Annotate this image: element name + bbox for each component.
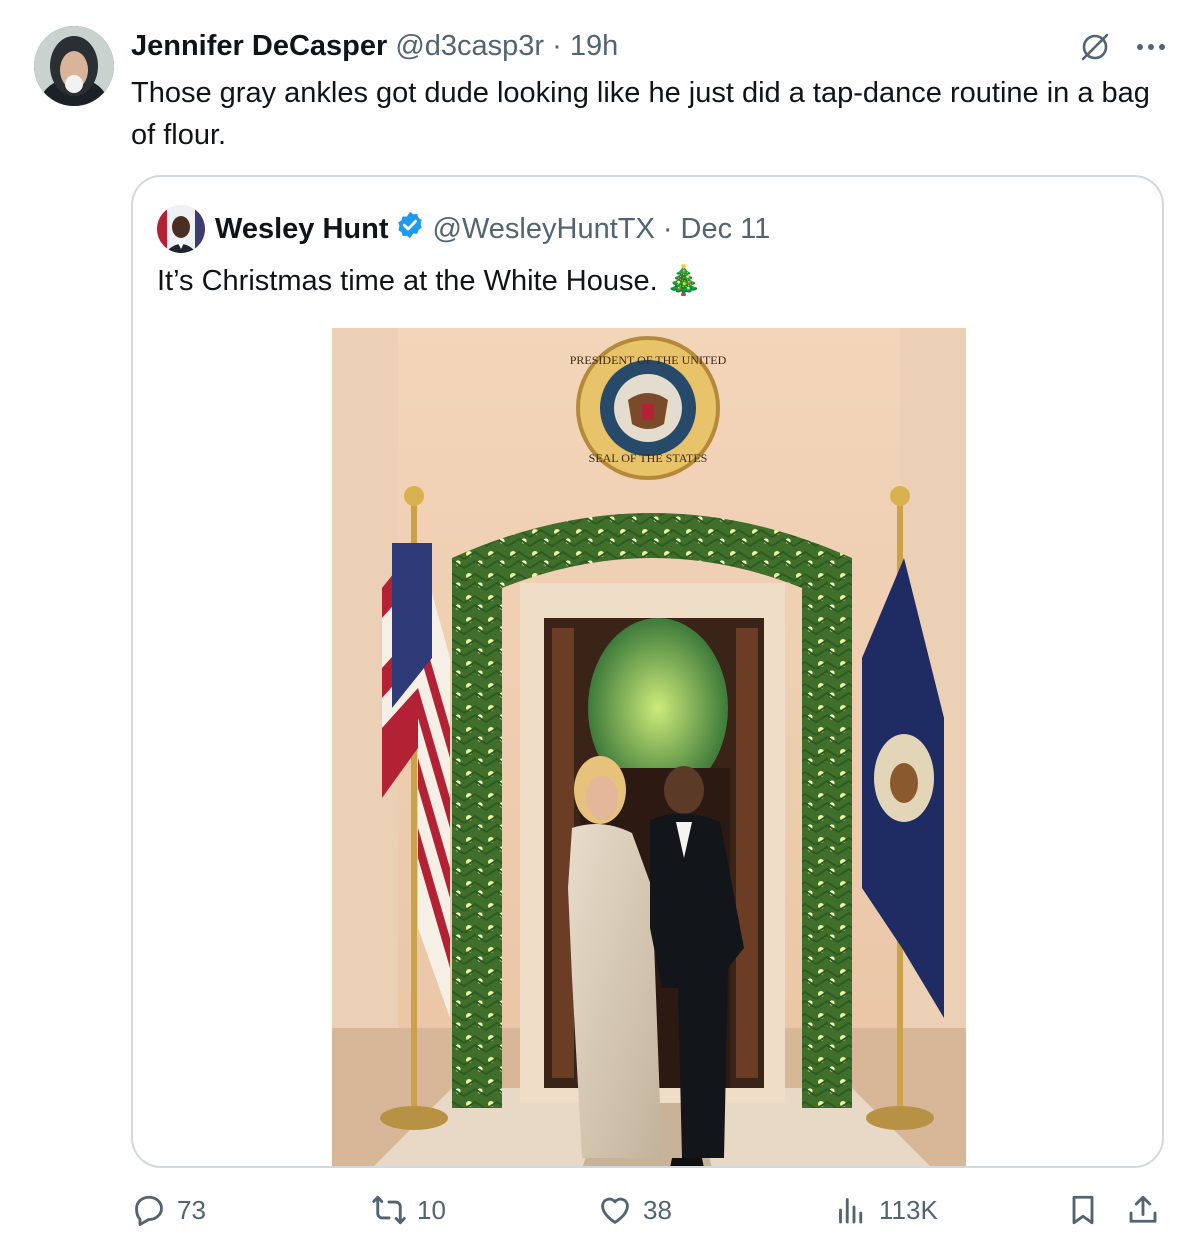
quoted-tweet[interactable]: Wesley Hunt @WesleyHuntTX · Dec 11 It’s …	[131, 175, 1164, 1168]
quoted-avatar-image	[157, 205, 205, 253]
views-icon	[833, 1192, 869, 1228]
repost-button[interactable]: 10	[371, 1192, 446, 1228]
seal-bottom-text: SEAL OF THE STATES	[589, 451, 708, 465]
photo-image: PRESIDENT OF THE UNITED SEAL OF THE STAT…	[332, 328, 966, 1166]
quoted-header: Wesley Hunt @WesleyHuntTX · Dec 11	[157, 205, 770, 253]
reply-icon	[131, 1192, 167, 1228]
grok-icon[interactable]	[1078, 30, 1112, 69]
reply-button[interactable]: 73	[131, 1192, 206, 1228]
tweet-top-actions	[1078, 30, 1168, 69]
quoted-date[interactable]: Dec 11	[681, 213, 771, 246]
tweet-text: Those gray ankles got dude looking like …	[131, 77, 1150, 151]
share-icon	[1125, 1192, 1161, 1228]
tweet-time[interactable]: 19h	[570, 30, 618, 62]
quoted-text: It’s Christmas time at the White House. …	[157, 265, 702, 297]
views-button[interactable]: 113K	[833, 1192, 938, 1228]
author-handle[interactable]: @d3casp3r	[395, 30, 544, 62]
action-bar: 73 10 38 113K	[131, 1192, 1171, 1242]
seal-top-text: PRESIDENT OF THE UNITED	[570, 353, 727, 367]
view-count: 113K	[879, 1194, 938, 1225]
reply-count: 73	[177, 1194, 206, 1225]
repost-icon	[371, 1192, 407, 1228]
like-count: 38	[643, 1194, 672, 1225]
like-icon	[597, 1192, 633, 1228]
tweet[interactable]: Jennifer DeCasper @d3casp3r · 19h Those …	[0, 0, 1198, 1254]
repost-count: 10	[417, 1194, 446, 1225]
bookmark-icon	[1065, 1192, 1101, 1228]
separator-dot: ·	[552, 30, 562, 62]
like-button[interactable]: 38	[597, 1192, 672, 1228]
quoted-photo[interactable]: PRESIDENT OF THE UNITED SEAL OF THE STAT…	[332, 328, 966, 1166]
quoted-avatar[interactable]	[157, 205, 205, 253]
author-avatar[interactable]	[34, 26, 114, 106]
separator-dot: ·	[662, 212, 673, 245]
quoted-author-name[interactable]: Wesley Hunt	[215, 213, 389, 246]
avatar-image	[34, 26, 114, 106]
bookmark-button[interactable]	[1065, 1192, 1101, 1228]
author-name[interactable]: Jennifer DeCasper	[131, 30, 387, 62]
share-button[interactable]	[1125, 1192, 1161, 1228]
tweet-header: Jennifer DeCasper @d3casp3r · 19h	[131, 28, 618, 64]
verified-icon	[395, 210, 425, 248]
more-icon[interactable]	[1134, 30, 1168, 69]
quoted-author-handle[interactable]: @WesleyHuntTX	[433, 213, 655, 246]
